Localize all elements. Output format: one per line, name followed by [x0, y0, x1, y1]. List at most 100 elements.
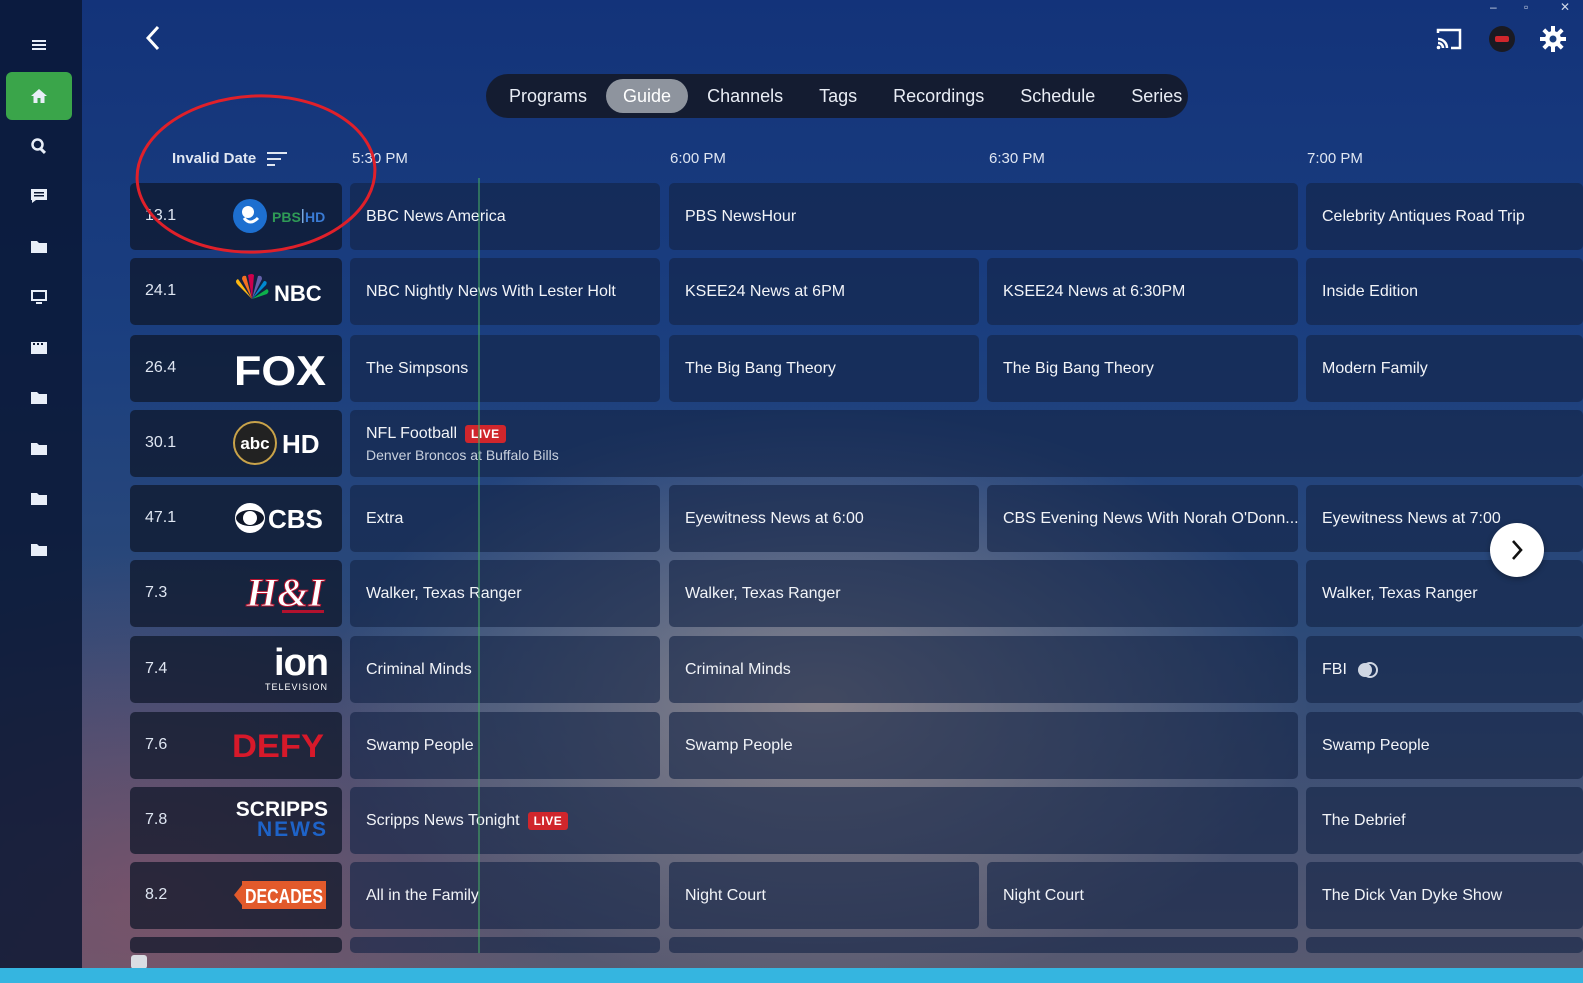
svg-text:HD: HD: [282, 429, 320, 459]
movie-icon[interactable]: [6, 325, 72, 371]
program-cell[interactable]: The Dick Van Dyke Show: [1306, 862, 1583, 929]
tab-series[interactable]: Series: [1114, 79, 1199, 113]
program-cell[interactable]: Swamp People: [1306, 712, 1583, 779]
program-cell[interactable]: [350, 937, 660, 953]
channel-cell[interactable]: 47.1 CBS: [130, 485, 342, 552]
folder-icon[interactable]: [6, 527, 72, 573]
folder-icon[interactable]: [6, 375, 72, 421]
channel-number: 26.4: [145, 359, 177, 376]
program-cell[interactable]: The Simpsons: [350, 335, 660, 402]
channel-cell[interactable]: 7.6 DEFY: [130, 712, 342, 779]
svg-text:H&I: H&I: [245, 570, 325, 615]
folder-icon[interactable]: [6, 426, 72, 472]
search-icon[interactable]: [6, 123, 72, 169]
channel-cell[interactable]: [130, 937, 342, 953]
channel-cell[interactable]: 7.8 SCRIPPS NEWS: [130, 787, 342, 854]
maximize-button[interactable]: ▫: [1524, 0, 1528, 14]
close-button[interactable]: ✕: [1560, 0, 1570, 14]
program-cell[interactable]: The Debrief: [1306, 787, 1583, 854]
program-cell[interactable]: Modern Family: [1306, 335, 1583, 402]
pbs-logo: PBS HD: [228, 191, 328, 241]
program-cell[interactable]: KSEE24 News at 6:30PM: [987, 258, 1298, 325]
settings-button[interactable]: [1538, 24, 1568, 54]
gear-icon: [1540, 26, 1566, 52]
channel-cell[interactable]: 30.1 abc HD: [130, 410, 342, 477]
tab-programs[interactable]: Programs: [492, 79, 604, 113]
time-slot: 6:00 PM: [670, 150, 726, 167]
program-cell[interactable]: Criminal Minds: [350, 636, 660, 703]
folder-icon[interactable]: [6, 224, 72, 270]
ion-logo: ion TELEVISION: [264, 642, 329, 692]
program-cell[interactable]: [1306, 937, 1583, 953]
program-cell[interactable]: FBI: [1306, 636, 1583, 703]
back-button[interactable]: [140, 24, 166, 52]
time-slot: 7:00 PM: [1307, 150, 1363, 167]
scroll-right-button[interactable]: [1490, 523, 1544, 577]
date-label[interactable]: Invalid Date: [172, 150, 256, 167]
program-cell[interactable]: NBC Nightly News With Lester Holt: [350, 258, 660, 325]
program-cell[interactable]: The Big Bang Theory: [669, 335, 979, 402]
tab-channels[interactable]: Channels: [690, 79, 800, 113]
program-cell[interactable]: All in the Family: [350, 862, 660, 929]
svg-text:CBS: CBS: [268, 504, 323, 534]
cast-button[interactable]: [1434, 24, 1464, 54]
tab-schedule[interactable]: Schedule: [1003, 79, 1112, 113]
tv-icon[interactable]: [6, 274, 72, 320]
program-cell[interactable]: Inside Edition: [1306, 258, 1583, 325]
current-time-line: [478, 178, 480, 953]
horizontal-scrollbar[interactable]: [131, 955, 147, 969]
program-cell[interactable]: The Big Bang Theory: [987, 335, 1298, 402]
guide-row: 26.4 FOX The Simpsons The Big Bang Theor…: [130, 335, 1583, 402]
guide-row: 8.2 DECADES All in the Family Night Cour…: [130, 862, 1583, 929]
program-cell[interactable]: Swamp People: [669, 712, 1298, 779]
program-cell[interactable]: Celebrity Antiques Road Trip: [1306, 183, 1583, 250]
guide-row: 7.4 ion TELEVISION Criminal Minds Crimin…: [130, 636, 1583, 703]
nbc-logo: NBC: [228, 266, 328, 316]
program-cell[interactable]: Walker, Texas Ranger: [1306, 560, 1583, 627]
svg-text:PBS: PBS: [272, 209, 301, 225]
tab-recordings[interactable]: Recordings: [876, 79, 1001, 113]
scripps-logo: SCRIPPS NEWS: [235, 798, 328, 841]
channel-cell[interactable]: 24.1 NBC: [130, 258, 342, 325]
sort-icon[interactable]: [266, 150, 288, 168]
guide-row: 7.8 SCRIPPS NEWS Scripps News Tonight LIV…: [130, 787, 1583, 854]
program-cell[interactable]: CBS Evening News With Norah O'Donn...: [987, 485, 1298, 552]
channel-cell[interactable]: 7.3 H&I: [130, 560, 342, 627]
program-cell[interactable]: Night Court: [987, 862, 1298, 929]
defy-logo: DEFY: [228, 720, 328, 770]
channel-number: 47.1: [145, 509, 177, 526]
program-cell[interactable]: PBS NewsHour: [669, 183, 1298, 250]
abc-logo: abc HD: [228, 418, 328, 468]
cbs-logo: CBS: [228, 493, 328, 543]
channel-number: 7.6: [145, 736, 168, 753]
program-cell[interactable]: [669, 937, 1298, 953]
program-cell[interactable]: Eyewitness News at 6:00: [669, 485, 979, 552]
guide-row: 13.1 PBS HD BBC News America PBS NewsHou…: [130, 183, 1583, 250]
program-cell[interactable]: Extra: [350, 485, 660, 552]
folder-icon[interactable]: [6, 476, 72, 522]
program-cell[interactable]: Walker, Texas Ranger: [669, 560, 1298, 627]
user-avatar[interactable]: [1487, 24, 1517, 54]
series-record-icon: [1357, 661, 1378, 678]
program-cell[interactable]: Swamp People: [350, 712, 660, 779]
program-cell[interactable]: Scripps News Tonight LIVE: [350, 787, 1298, 854]
program-cell[interactable]: Walker, Texas Ranger: [350, 560, 660, 627]
program-cell[interactable]: BBC News America: [350, 183, 660, 250]
messages-icon[interactable]: [6, 173, 72, 219]
sidebar: [0, 0, 82, 970]
channel-cell[interactable]: 26.4 FOX: [130, 335, 342, 402]
program-cell[interactable]: Night Court: [669, 862, 979, 929]
home-icon[interactable]: [6, 72, 72, 120]
tab-tags[interactable]: Tags: [802, 79, 874, 113]
tab-bar: Programs Guide Channels Tags Recordings …: [486, 74, 1188, 118]
channel-cell[interactable]: 8.2 DECADES: [130, 862, 342, 929]
program-cell[interactable]: NFL Football LIVE Denver Broncos at Buffa…: [350, 410, 1583, 477]
channel-cell[interactable]: 7.4 ion TELEVISION: [130, 636, 342, 703]
svg-text:abc: abc: [240, 434, 269, 453]
menu-icon[interactable]: [6, 22, 72, 68]
tab-guide[interactable]: Guide: [606, 79, 689, 113]
minimize-button[interactable]: –: [1490, 0, 1497, 14]
channel-cell[interactable]: 13.1 PBS HD: [130, 183, 342, 250]
program-cell[interactable]: Criminal Minds: [669, 636, 1298, 703]
program-cell[interactable]: KSEE24 News at 6PM: [669, 258, 979, 325]
